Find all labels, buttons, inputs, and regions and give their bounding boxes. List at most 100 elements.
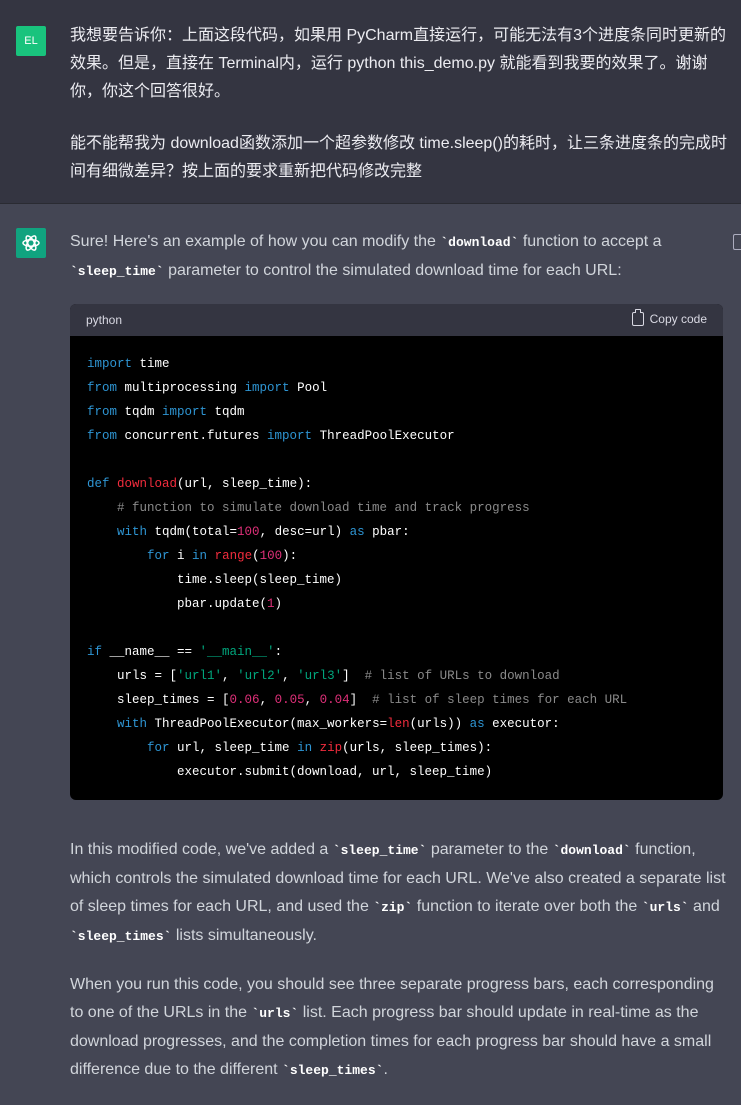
code-text: url, sleep_time	[169, 741, 298, 755]
keyword: in	[192, 549, 208, 563]
user-message-text: 我想要告诉你：上面这段代码，如果用 PyCharm直接运行，可能无法有3个进度条…	[70, 22, 730, 210]
code-text: __name__ ==	[102, 645, 200, 659]
inline-code: `sleep_times`	[282, 1063, 384, 1078]
openai-logo-icon	[22, 235, 40, 251]
explanation-paragraph-2: When you run this code, you should see t…	[70, 971, 730, 1085]
code-text: tqdm(total=	[147, 525, 238, 539]
copy-code-label: Copy code	[649, 312, 707, 326]
code-text: concurrent.futures	[117, 429, 268, 443]
inline-code: `download`	[440, 235, 519, 250]
assistant-intro-paragraph: Sure! Here's an example of how you can m…	[70, 228, 730, 286]
code-text: i	[169, 549, 193, 563]
inline-code: `urls`	[251, 1006, 299, 1021]
inline-code: `sleep_time`	[70, 264, 164, 279]
code-text: executor:	[484, 717, 560, 731]
code-text: , desc=url)	[259, 525, 350, 539]
code-text: Pool	[289, 381, 328, 395]
text-span: In this modified code, we've added a	[70, 841, 333, 858]
keyword: for	[147, 741, 170, 755]
code-comment: # function to simulate download time and…	[117, 501, 530, 515]
keyword: from	[87, 405, 118, 419]
inline-code: `sleep_times`	[70, 929, 172, 944]
inline-code: `zip`	[373, 900, 413, 915]
number-literal: 0.05	[274, 693, 305, 707]
code-content: import time from multiprocessing import …	[70, 336, 723, 784]
keyword: in	[297, 741, 313, 755]
text-span: parameter to the	[426, 841, 553, 858]
chatgpt-logo-icon	[16, 228, 46, 258]
user-avatar: EL	[16, 26, 46, 56]
code-text: executor.submit(download, url, sleep_tim…	[177, 765, 493, 779]
keyword: def	[87, 477, 110, 491]
text-span: Sure! Here's an example of how you can m…	[70, 233, 441, 250]
code-text: (urls, sleep_times):	[342, 741, 493, 755]
builtin-function: len	[387, 717, 410, 731]
string-literal: '__main__'	[199, 645, 275, 659]
code-text: time.sleep(sleep_time)	[177, 573, 343, 587]
code-block: python Copy code import time from multip…	[70, 304, 723, 800]
code-text: ]	[342, 669, 365, 683]
keyword: as	[349, 525, 365, 539]
code-text: tqdm	[207, 405, 245, 419]
code-comment: # list of sleep times for each URL	[372, 693, 628, 707]
number-literal: 1	[267, 597, 275, 611]
keyword: if	[87, 645, 103, 659]
keyword: with	[117, 717, 148, 731]
code-text: sleep_times = [	[117, 693, 230, 707]
builtin-function: zip	[312, 741, 343, 755]
code-text: ThreadPoolExecutor(max_workers=	[147, 717, 388, 731]
user-message: EL 我想要告诉你：上面这段代码，如果用 PyCharm直接运行，可能无法有3个…	[0, 0, 741, 204]
builtin-function: range	[207, 549, 253, 563]
text-span: parameter to control the simulated downl…	[163, 262, 622, 279]
user-paragraph-2: 能不能帮我为 download函数添加一个超参数修改 time.sleep()的…	[70, 135, 727, 180]
keyword: import	[267, 429, 313, 443]
text-span: function to iterate over both the	[412, 898, 642, 915]
code-text: :	[274, 645, 283, 659]
code-text: multiprocessing	[117, 381, 245, 395]
code-text: ,	[222, 669, 238, 683]
inline-code: `download`	[552, 843, 631, 858]
code-text: ]	[349, 693, 373, 707]
code-text: ThreadPoolExecutor	[312, 429, 455, 443]
text-span: and	[688, 898, 720, 915]
number-literal: 0.04	[319, 693, 350, 707]
keyword: for	[147, 549, 170, 563]
string-literal: 'url1'	[177, 669, 223, 683]
user-paragraph-1: 我想要告诉你：上面这段代码，如果用 PyCharm直接运行，可能无法有3个进度条…	[70, 27, 727, 100]
keyword: as	[469, 717, 485, 731]
copy-code-button[interactable]: Copy code	[631, 309, 707, 326]
inline-code: `urls`	[641, 900, 689, 915]
code-text: (urls))	[409, 717, 470, 731]
keyword: import	[162, 405, 208, 419]
clipboard-icon	[631, 309, 644, 326]
text-span: lists simultaneously.	[171, 927, 317, 944]
code-text: pbar:	[364, 525, 410, 539]
code-text: tqdm	[117, 405, 163, 419]
code-text: )	[274, 597, 283, 611]
number-literal: 0.06	[229, 693, 260, 707]
inline-code: `sleep_time`	[332, 843, 427, 858]
number-literal: 100	[259, 549, 283, 563]
string-literal: 'url2'	[237, 669, 283, 683]
explanation-paragraph-1: In this modified code, we've added a `sl…	[70, 836, 730, 951]
code-text: (	[252, 549, 260, 563]
assistant-intro: Sure! Here's an example of how you can m…	[70, 228, 730, 286]
text-span: .	[383, 1061, 388, 1078]
keyword: import	[244, 381, 290, 395]
number-literal: 100	[237, 525, 260, 539]
code-text: time	[132, 357, 170, 371]
code-text: ):	[282, 549, 298, 563]
code-comment: # list of URLs to download	[364, 669, 560, 683]
code-text: pbar.update(	[177, 597, 268, 611]
code-text: ,	[282, 669, 298, 683]
function-name: download	[117, 477, 178, 491]
code-text: urls = [	[117, 669, 178, 683]
assistant-message: Sure! Here's an example of how you can m…	[0, 204, 741, 1105]
code-text: (url, sleep_time):	[177, 477, 313, 491]
code-text: ,	[259, 693, 275, 707]
code-block-header: python Copy code	[70, 304, 723, 336]
keyword: import	[87, 357, 133, 371]
assistant-explanation: In this modified code, we've added a `sl…	[70, 836, 730, 1105]
keyword: from	[87, 381, 118, 395]
thumbs-up-icon[interactable]	[733, 234, 741, 250]
